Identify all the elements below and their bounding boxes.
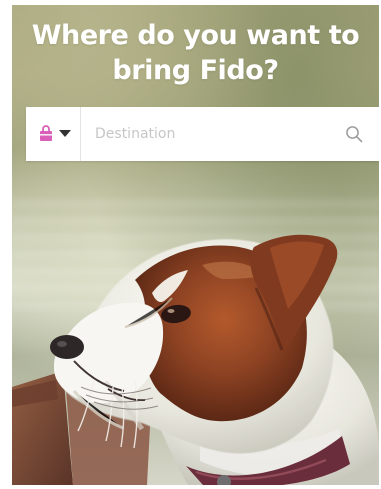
hero-section: Where do you want to bring Fido? bbox=[12, 5, 379, 485]
landing-screen: Where do you want to bring Fido? bbox=[0, 0, 381, 489]
dog-photo bbox=[12, 234, 379, 485]
